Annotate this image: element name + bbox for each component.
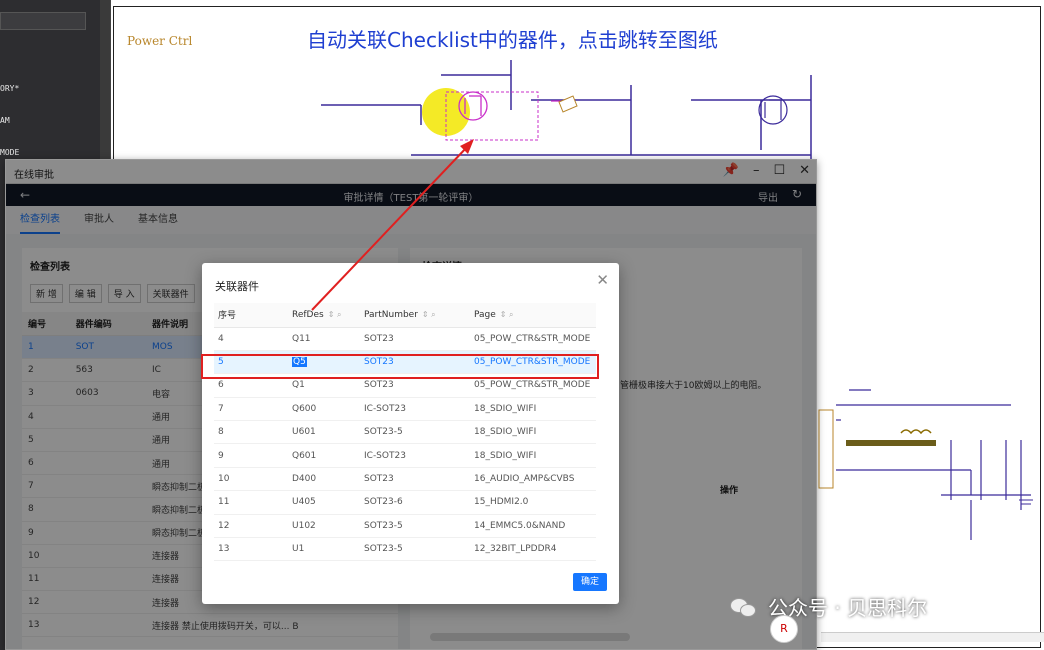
watermark: 公众号 · 贝思科尔 [730, 592, 927, 621]
avatar[interactable]: R [770, 615, 798, 643]
annotation-arrow [311, 139, 474, 311]
wechat-icon [730, 596, 760, 618]
